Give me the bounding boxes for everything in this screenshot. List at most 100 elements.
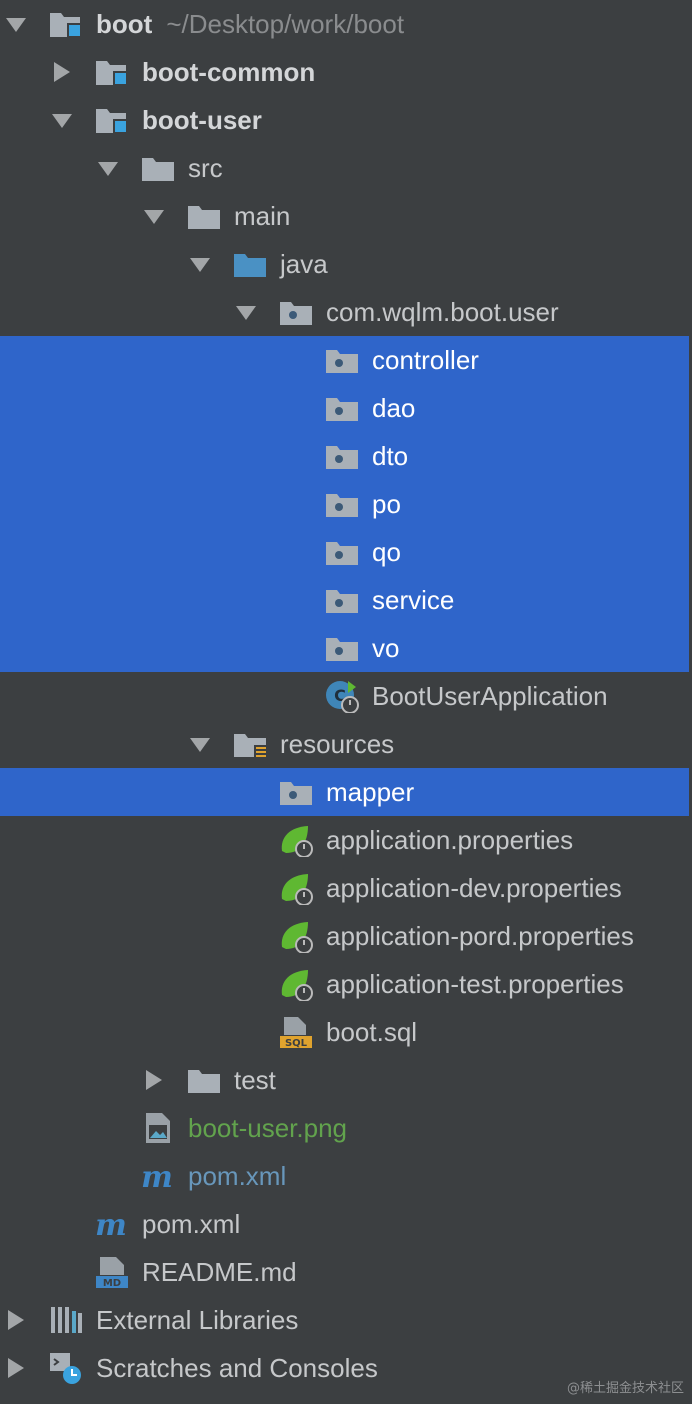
tree-node[interactable]: boot-common — [0, 48, 692, 96]
tree-node-label: java — [280, 248, 328, 280]
tree-node-text: boot-user.png — [188, 1113, 348, 1143]
tree-node[interactable]: service — [0, 576, 689, 624]
tree-node-label: src — [188, 152, 223, 184]
package-icon — [324, 439, 360, 473]
tree-node[interactable]: External Libraries — [0, 1296, 692, 1344]
tree-node-label: application-dev.properties — [326, 872, 622, 904]
chevron-down-icon[interactable] — [188, 252, 212, 276]
chevron-down-icon[interactable] — [50, 108, 74, 132]
tree-node[interactable]: m pom.xml — [0, 1152, 692, 1200]
scratches-icon — [48, 1351, 84, 1385]
tree-node[interactable]: resources — [0, 720, 692, 768]
project-path-hint: ~/Desktop/work/boot — [166, 9, 405, 39]
tree-node[interactable]: controller — [0, 336, 689, 384]
tree-node-text: pom.xml — [142, 1209, 241, 1239]
chevron-down-icon[interactable] — [4, 12, 28, 36]
module-folder-icon — [94, 55, 130, 89]
tree-node[interactable]: com.wqlm.boot.user — [0, 288, 692, 336]
tree-node[interactable]: application-dev.properties — [0, 864, 692, 912]
tree-node-text: mapper — [326, 777, 415, 807]
tree-node-text: External Libraries — [96, 1305, 299, 1335]
tree-node-label: pom.xml — [142, 1208, 240, 1240]
tree-node-text: qo — [372, 537, 401, 567]
tree-node-text: dao — [372, 393, 416, 423]
tree-node-label: boot-user — [142, 104, 262, 136]
tree-node[interactable]: boot-user — [0, 96, 692, 144]
chevron-right-icon[interactable] — [4, 1356, 28, 1380]
tree-node[interactable]: test — [0, 1056, 692, 1104]
tree-node-label: vo — [372, 632, 399, 664]
tree-node[interactable]: boot-user.png — [0, 1104, 692, 1152]
tree-node-label: boot-common — [142, 56, 315, 88]
tree-node-label: com.wqlm.boot.user — [326, 296, 559, 328]
tree-node-label: External Libraries — [96, 1304, 298, 1336]
tree-node[interactable]: vo — [0, 624, 689, 672]
tree-node-label: boot ~/Desktop/work/boot — [96, 8, 404, 40]
tree-node[interactable]: src — [0, 144, 692, 192]
chevron-down-icon[interactable] — [234, 300, 258, 324]
folder-icon — [140, 151, 176, 185]
package-icon — [278, 775, 314, 809]
tree-node[interactable]: main — [0, 192, 692, 240]
chevron-down-icon[interactable] — [188, 732, 212, 756]
chevron-down-icon[interactable] — [96, 156, 120, 180]
package-icon — [324, 343, 360, 377]
tree-node[interactable]: dao — [0, 384, 689, 432]
tree-node-label: controller — [372, 344, 479, 376]
tree-node-text: boot-common — [142, 57, 316, 87]
tree-node[interactable]: po — [0, 480, 689, 528]
tree-node-text: po — [372, 489, 401, 519]
package-icon — [324, 631, 360, 665]
folder-icon — [186, 1063, 222, 1097]
tree-node[interactable]: mapper — [0, 768, 689, 816]
tree-node[interactable]: MD README.md — [0, 1248, 692, 1296]
module-folder-icon — [48, 7, 84, 41]
chevron-right-icon[interactable] — [142, 1068, 166, 1092]
sql-file-icon: SQL — [278, 1015, 314, 1049]
tree-node-label: application-pord.properties — [326, 920, 634, 952]
spring-properties-icon — [278, 871, 314, 905]
source-folder-icon — [232, 247, 268, 281]
tree-node-text: controller — [372, 345, 479, 375]
tree-node-label: Scratches and Consoles — [96, 1352, 378, 1384]
maven-icon: m — [140, 1159, 176, 1193]
tree-node[interactable]: dto — [0, 432, 689, 480]
chevron-right-icon[interactable] — [4, 1308, 28, 1332]
spring-properties-icon — [278, 823, 314, 857]
libraries-icon — [48, 1303, 84, 1337]
tree-node-text: README.md — [142, 1257, 297, 1287]
tree-node-text: com.wqlm.boot.user — [326, 297, 559, 327]
tree-node-text: vo — [372, 633, 400, 663]
tree-node[interactable]: application-test.properties — [0, 960, 692, 1008]
tree-node[interactable]: SQL boot.sql — [0, 1008, 692, 1056]
tree-node-text: service — [372, 585, 455, 615]
tree-node-text: java — [280, 249, 328, 279]
tree-node-label: dto — [372, 440, 408, 472]
tree-node-label: BootUserApplication — [372, 680, 608, 712]
tree-node-text: main — [234, 201, 291, 231]
tree-node-text: boot — [96, 9, 153, 39]
tree-node[interactable]: application.properties — [0, 816, 692, 864]
tree-node-text: application.properties — [326, 825, 574, 855]
package-icon — [324, 487, 360, 521]
tree-node-text: application-test.properties — [326, 969, 624, 999]
tree-node[interactable]: application-pord.properties — [0, 912, 692, 960]
markdown-file-icon: MD — [94, 1255, 130, 1289]
tree-node-label: pom.xml — [188, 1160, 286, 1192]
chevron-down-icon[interactable] — [142, 204, 166, 228]
tree-node-label: po — [372, 488, 401, 520]
tree-node-label: application.properties — [326, 824, 573, 856]
chevron-right-icon[interactable] — [50, 60, 74, 84]
tree-node-text: pom.xml — [188, 1161, 287, 1191]
tree-node-text: resources — [280, 729, 395, 759]
tree-node[interactable]: m pom.xml — [0, 1200, 692, 1248]
spring-properties-icon — [278, 919, 314, 953]
svg-text:m: m — [141, 1160, 173, 1193]
tree-node-text: src — [188, 153, 223, 183]
tree-node[interactable]: C BootUserApplication — [0, 672, 692, 720]
tree-node-text: boot-user — [142, 105, 262, 135]
tree-node[interactable]: java — [0, 240, 692, 288]
tree-node[interactable]: boot ~/Desktop/work/boot — [0, 0, 692, 48]
tree-node-label: service — [372, 584, 454, 616]
tree-node[interactable]: qo — [0, 528, 689, 576]
